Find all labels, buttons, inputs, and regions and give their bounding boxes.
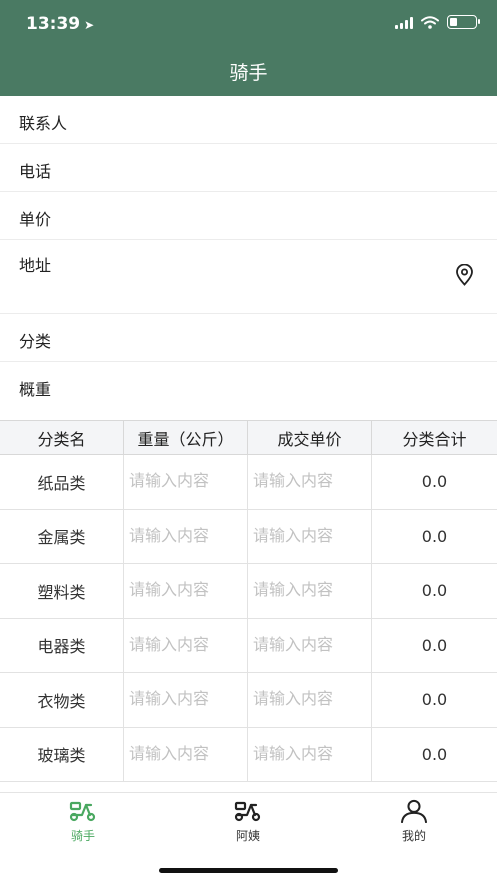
category-name: 玻璃类 (0, 727, 124, 781)
table-row: 金属类 请输入内容 请输入内容 0.0 (0, 509, 497, 564)
unit-price-field[interactable]: 单价 (0, 192, 497, 240)
price-input[interactable]: 请输入内容 (248, 727, 372, 781)
status-indicators (395, 15, 480, 29)
address-label: 地址 (19, 256, 52, 275)
category-total: 0.0 (421, 690, 448, 710)
status-time-text: 13:39 (26, 14, 81, 34)
weight-input[interactable]: 请输入内容 (124, 727, 248, 781)
phone-label: 电话 (19, 162, 52, 181)
price-input[interactable]: 请输入内容 (248, 673, 372, 727)
tab-aunt[interactable]: 阿姨 (198, 799, 298, 844)
location-pin-icon[interactable] (455, 264, 474, 286)
weight-input[interactable]: 请输入内容 (124, 618, 248, 672)
category-name: 金属类 (0, 509, 124, 563)
table-row: 塑料类 请输入内容 请输入内容 0.0 (0, 564, 497, 619)
header-category-total: 分类合计 (402, 429, 467, 449)
address-field[interactable]: 地址 (0, 240, 497, 314)
category-total: 0.0 (421, 581, 448, 601)
tab-rider[interactable]: 骑手 (33, 799, 133, 844)
person-icon (400, 799, 428, 823)
price-input[interactable]: 请输入内容 (248, 564, 372, 618)
approx-weight-label: 概重 (19, 380, 52, 399)
category-field[interactable]: 分类 (0, 314, 497, 362)
phone-field[interactable]: 电话 (0, 144, 497, 192)
cellular-signal-icon (395, 16, 413, 29)
approx-weight-field[interactable]: 概重 (0, 362, 497, 410)
price-input[interactable]: 请输入内容 (248, 455, 372, 509)
unit-price-label: 单价 (19, 210, 52, 229)
location-arrow-icon: ➤ (84, 18, 95, 32)
weight-input[interactable]: 请输入内容 (124, 509, 248, 563)
wifi-icon (421, 15, 439, 29)
table-row: 纸品类 请输入内容 请输入内容 0.0 (0, 455, 497, 510)
price-input[interactable]: 请输入内容 (248, 618, 372, 672)
weight-input[interactable]: 请输入内容 (124, 455, 248, 509)
category-total: 0.0 (421, 526, 448, 546)
category-label: 分类 (19, 332, 52, 351)
category-name: 电器类 (0, 618, 124, 672)
home-indicator[interactable] (159, 868, 338, 873)
scooter-icon (234, 801, 261, 822)
category-total: 0.0 (421, 635, 448, 655)
header-weight: 重量（公斤） (124, 421, 248, 454)
contact-field[interactable]: 联系人 (0, 96, 497, 144)
status-time: 13:39 ➤ (26, 14, 94, 34)
weight-input[interactable]: 请输入内容 (124, 564, 248, 618)
tab-rider-label: 骑手 (70, 829, 95, 843)
table-header: 分类名 重量（公斤） 成交单价 分类合计 (0, 421, 497, 455)
app-header: 13:39 ➤ 骑手 (0, 0, 497, 96)
page-title: 骑手 (229, 62, 268, 84)
category-total: 0.0 (421, 744, 448, 764)
scooter-icon (69, 801, 96, 822)
table-row: 电器类 请输入内容 请输入内容 0.0 (0, 618, 497, 673)
tab-aunt-label: 阿姨 (235, 829, 260, 843)
header-category-name: 分类名 (0, 421, 124, 454)
weight-input[interactable]: 请输入内容 (124, 673, 248, 727)
category-name: 塑料类 (0, 564, 124, 618)
table-row: 玻璃类 请输入内容 请输入内容 0.0 (0, 727, 497, 782)
contact-label: 联系人 (19, 114, 68, 133)
category-total: 0.0 (421, 472, 448, 492)
price-input[interactable]: 请输入内容 (248, 509, 372, 563)
category-name: 衣物类 (0, 673, 124, 727)
header-deal-price: 成交单价 (248, 421, 372, 454)
table-row: 衣物类 请输入内容 请输入内容 0.0 (0, 673, 497, 728)
battery-icon (447, 15, 480, 29)
category-name: 纸品类 (0, 455, 124, 509)
category-table: 分类名 重量（公斤） 成交单价 分类合计 纸品类 请输入内容 请输入内容 0.0… (0, 420, 497, 782)
tab-mine-label: 我的 (401, 829, 426, 843)
tab-mine[interactable]: 我的 (364, 799, 464, 844)
